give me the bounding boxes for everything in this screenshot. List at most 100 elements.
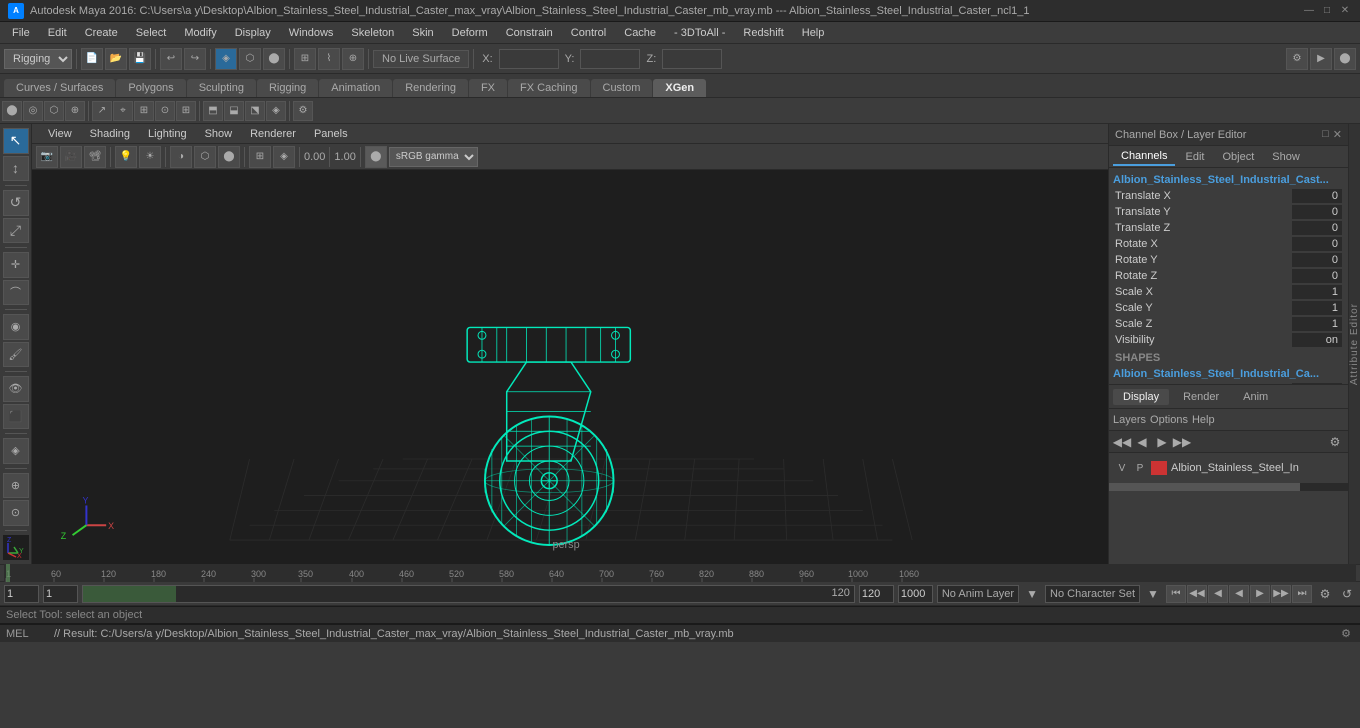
go-end-btn[interactable]: ⏭ (1292, 585, 1312, 603)
snap-to-btn[interactable]: ⊕ (3, 473, 29, 499)
curve-tool-btn[interactable]: ⌒ (3, 280, 29, 306)
layer-tab-anim[interactable]: Anim (1233, 389, 1278, 405)
menu-item-file[interactable]: File (4, 25, 38, 41)
vp-menu-renderer[interactable]: Renderer (242, 126, 304, 142)
end-frame-input[interactable] (859, 585, 894, 603)
sub-btn-4[interactable]: ⊕ (65, 101, 85, 121)
render-btn[interactable]: ▶ (1310, 48, 1332, 70)
settings-icon-btn[interactable]: ⚙ (1316, 585, 1334, 603)
timeline-ruler[interactable]: 1 60 120 180 240 300 350 400 460 520 580… (4, 564, 1356, 582)
tab-sculpting[interactable]: Sculpting (187, 79, 256, 97)
layer-prev-btn[interactable]: ◀ (1133, 433, 1151, 451)
select-btn[interactable]: ◈ (215, 48, 237, 70)
sub-btn-14[interactable]: ⚙ (293, 101, 313, 121)
lasso-btn[interactable]: ⬡ (239, 48, 261, 70)
vp-menu-show[interactable]: Show (197, 126, 241, 142)
layer-settings-btn[interactable]: ⚙ (1326, 433, 1344, 451)
tab-fx-caching[interactable]: FX Caching (508, 79, 589, 97)
attribute-editor-tab[interactable]: Attribute Editor (1349, 295, 1360, 393)
cb-tab-object[interactable]: Object (1214, 149, 1262, 165)
vp-shade-btn[interactable]: ◑ (170, 146, 192, 168)
sub-btn-13[interactable]: ◈ (266, 101, 286, 121)
step-fwd-btn[interactable]: ▶▶ (1271, 585, 1291, 603)
menu-item-deform[interactable]: Deform (444, 25, 496, 41)
ipr-btn[interactable]: ⬤ (1334, 48, 1356, 70)
region-btn[interactable]: ⬛ (3, 404, 29, 430)
go-start-btn[interactable]: ⏮ (1166, 585, 1186, 603)
channel-value[interactable]: 0 (1292, 269, 1342, 283)
snap-curve-btn[interactable]: ⌇ (318, 48, 340, 70)
layer-rewind-btn[interactable]: ◀◀ (1113, 433, 1131, 451)
layer-tab-render[interactable]: Render (1173, 389, 1229, 405)
channel-row[interactable]: Translate X0 (1113, 188, 1344, 204)
save-scene-btn[interactable]: 💾 (129, 48, 151, 70)
menu-item-control[interactable]: Control (563, 25, 614, 41)
char-set-display[interactable]: No Character Set (1045, 585, 1140, 603)
sub-btn-8[interactable]: ⊙ (155, 101, 175, 121)
vp-light2-btn[interactable]: ☀ (139, 146, 161, 168)
anim-layer-dropdown[interactable]: ▼ (1023, 585, 1041, 603)
layer-next-btn[interactable]: ▶ (1153, 433, 1171, 451)
current-frame-input[interactable] (43, 585, 78, 603)
vp-iso-btn[interactable]: ◈ (273, 146, 295, 168)
sub-btn-12[interactable]: ⬔ (245, 101, 265, 121)
vp-menu-view[interactable]: View (40, 126, 80, 142)
layer-scroll-thumb[interactable] (1109, 483, 1300, 491)
channel-value[interactable]: 0 (1292, 237, 1342, 251)
refresh-icon-btn[interactable]: ↺ (1338, 585, 1356, 603)
channel-row[interactable]: Rotate X0 (1113, 236, 1344, 252)
vp-cam2-btn[interactable]: 🎥 (60, 146, 82, 168)
sub-btn-1[interactable]: ⬤ (2, 101, 22, 121)
channel-value[interactable]: 1 (1292, 285, 1342, 299)
menu-item-select[interactable]: Select (128, 25, 175, 41)
prev-frame-btn[interactable]: ◀ (1208, 585, 1228, 603)
paint-skin-btn[interactable]: 🖌 (3, 342, 29, 368)
tab-xgen[interactable]: XGen (653, 79, 706, 97)
char-set-dropdown[interactable]: ▼ (1144, 585, 1162, 603)
soft-sel-btn[interactable]: ⊙ (3, 500, 29, 526)
cb-close-btn[interactable]: ✕ (1333, 128, 1342, 141)
tab-rigging[interactable]: Rigging (257, 79, 318, 97)
menu-item-constrain[interactable]: Constrain (498, 25, 561, 41)
transform-tool-btn[interactable]: ✛ (3, 252, 29, 278)
channel-value[interactable]: 0 (1292, 221, 1342, 235)
vp-circle-btn[interactable]: ⬤ (365, 146, 387, 168)
tab-polygons[interactable]: Polygons (116, 79, 185, 97)
vp-menu-panels[interactable]: Panels (306, 126, 356, 142)
z-input[interactable] (662, 49, 722, 69)
minimize-button[interactable]: — (1302, 4, 1316, 18)
channel-row[interactable]: Scale Y1 (1113, 300, 1344, 316)
channel-row[interactable]: Rotate Y0 (1113, 252, 1344, 268)
window-controls[interactable]: — □ ✕ (1302, 4, 1352, 18)
channel-row[interactable]: Translate Z0 (1113, 220, 1344, 236)
channel-value[interactable]: 0 (1292, 205, 1342, 219)
viewport-3d[interactable]: X Y Z persp (32, 170, 1108, 564)
menu-item-help[interactable]: Help (794, 25, 833, 41)
play-fwd-btn[interactable]: ▶ (1250, 585, 1270, 603)
menu-item-skin[interactable]: Skin (404, 25, 441, 41)
tab-fx[interactable]: FX (469, 79, 507, 97)
sub-btn-9[interactable]: ⊞ (176, 101, 196, 121)
channel-row[interactable]: Rotate Z0 (1113, 268, 1344, 284)
tab-custom[interactable]: Custom (591, 79, 653, 97)
undo-btn[interactable]: ↩ (160, 48, 182, 70)
cb-tab-show[interactable]: Show (1264, 149, 1308, 165)
start-frame-input[interactable] (4, 585, 39, 603)
vp-menu-shading[interactable]: Shading (82, 126, 138, 142)
channel-row[interactable]: Scale X1 (1113, 284, 1344, 300)
anim-layer-display[interactable]: No Anim Layer (937, 585, 1019, 603)
vp-light-btn[interactable]: 💡 (115, 146, 137, 168)
cb-tab-channels[interactable]: Channels (1113, 148, 1175, 166)
mode-select[interactable]: Rigging (4, 49, 72, 69)
range-handle[interactable] (83, 586, 176, 602)
layer-vis-toggle[interactable]: V (1115, 461, 1129, 475)
menu-item-skeleton[interactable]: Skeleton (343, 25, 402, 41)
menu-item-cache[interactable]: Cache (616, 25, 664, 41)
sub-btn-6[interactable]: ⌖ (113, 101, 133, 121)
step-back-btn[interactable]: ◀◀ (1187, 585, 1207, 603)
tab-curves---surfaces[interactable]: Curves / Surfaces (4, 79, 115, 97)
sub-btn-10[interactable]: ⬒ (203, 101, 223, 121)
vp-cam3-btn[interactable]: 📽 (84, 146, 106, 168)
sub-btn-7[interactable]: ⊞ (134, 101, 154, 121)
sub-btn-3[interactable]: ⬡ (44, 101, 64, 121)
